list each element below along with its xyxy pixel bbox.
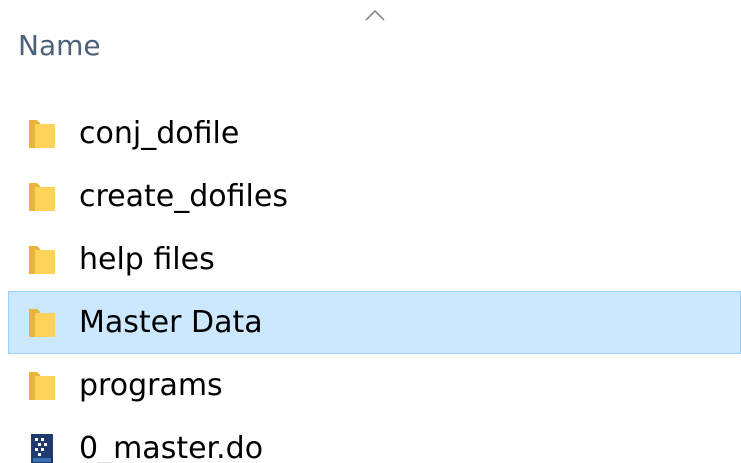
- chevron-up-icon[interactable]: [364, 8, 386, 22]
- file-list: conj_dofile create_dofiles help files Ma…: [0, 102, 741, 463]
- file-name: conj_dofile: [79, 116, 240, 151]
- list-item-create-dofiles[interactable]: create_dofiles: [0, 165, 741, 228]
- file-explorer-pane: Name conj_dofile create_dofiles help fil…: [0, 0, 741, 463]
- list-item-conj-dofile[interactable]: conj_dofile: [0, 102, 741, 165]
- file-name: create_dofiles: [79, 179, 288, 214]
- file-name: 0_master.do: [79, 431, 264, 463]
- list-item-help-files[interactable]: help files: [0, 228, 741, 291]
- list-item-master-data[interactable]: Master Data: [8, 291, 741, 354]
- stata-do-file-icon: [31, 434, 53, 463]
- file-name: Master Data: [79, 305, 263, 340]
- name-column-header[interactable]: Name: [18, 28, 101, 64]
- list-item-programs[interactable]: programs: [0, 354, 741, 417]
- folder-icon: [29, 120, 55, 148]
- folder-icon: [29, 309, 55, 337]
- folder-icon: [29, 246, 55, 274]
- file-name: programs: [79, 368, 223, 403]
- folder-icon: [29, 183, 55, 211]
- file-name: help files: [79, 242, 215, 277]
- folder-icon: [29, 372, 55, 400]
- list-item-0-master-do[interactable]: 0_master.do: [0, 417, 741, 463]
